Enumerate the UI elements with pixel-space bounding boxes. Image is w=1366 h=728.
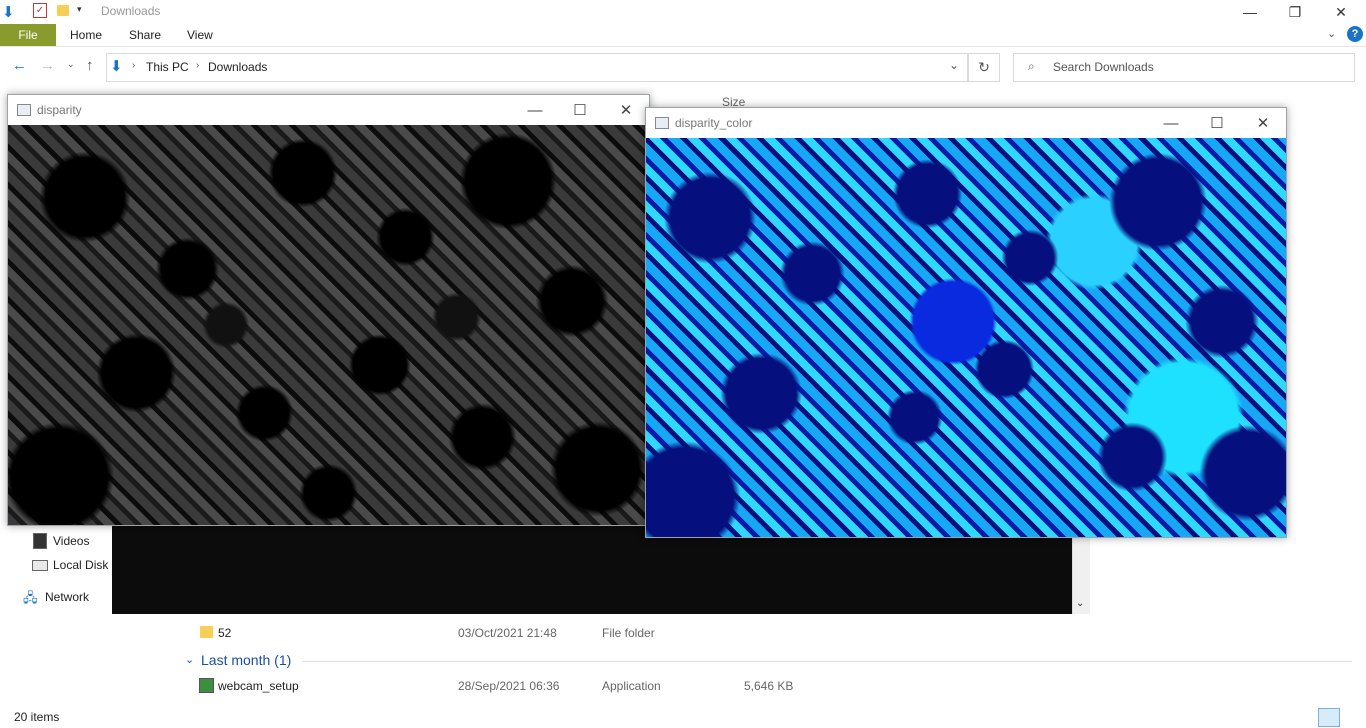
- breadcrumb-separator-icon[interactable]: ›: [132, 60, 135, 71]
- local-disk-icon: [32, 560, 48, 571]
- refresh-button[interactable]: ↻: [968, 53, 1000, 82]
- address-dropdown-chevron-icon[interactable]: ⌄: [949, 58, 959, 72]
- disparity-color-window-title: disparity_color: [675, 116, 753, 130]
- group-divider: [302, 661, 1352, 662]
- minimize-button[interactable]: —: [512, 95, 558, 125]
- collapse-group-chevron-icon[interactable]: ⌄: [185, 653, 194, 666]
- new-folder-icon[interactable]: [57, 5, 69, 16]
- recent-locations-chevron-icon[interactable]: ⌄: [67, 59, 75, 70]
- help-icon[interactable]: ?: [1347, 26, 1363, 42]
- tab-share[interactable]: Share: [129, 28, 161, 42]
- disparity-color-window[interactable]: disparity_color — ☐ ✕: [645, 107, 1287, 538]
- disparity-color-image: [646, 138, 1286, 537]
- expand-ribbon-chevron-icon[interactable]: ⌄: [1327, 27, 1336, 40]
- tab-view[interactable]: View: [187, 28, 213, 42]
- disparity-image: [8, 125, 649, 525]
- window-app-icon: [17, 104, 31, 116]
- minimize-button[interactable]: —: [1227, 0, 1273, 24]
- customize-toolbar-chevron-icon[interactable]: ▾: [77, 4, 82, 15]
- disparity-window[interactable]: disparity — ☐ ✕: [7, 94, 650, 526]
- explorer-title-bar: ⬇ ✓ ▾ Downloads — ❐ ✕: [0, 0, 1366, 24]
- application-icon: [199, 678, 214, 693]
- breadcrumb-separator-icon[interactable]: ›: [196, 60, 199, 71]
- file-size: 5,646 KB: [744, 679, 794, 693]
- file-name[interactable]: webcam_setup: [218, 679, 299, 693]
- properties-checkmark-icon[interactable]: ✓: [33, 3, 47, 18]
- large-icons-view-icon[interactable]: [1343, 708, 1361, 725]
- disparity-window-title: disparity: [37, 103, 82, 117]
- downloads-location-icon: ⬇: [110, 58, 123, 75]
- file-date: 28/Sep/2021 06:36: [458, 679, 560, 693]
- status-bar: 20 items: [0, 706, 1366, 728]
- window-app-icon: [655, 117, 669, 129]
- file-date: 03/Oct/2021 21:48: [458, 626, 557, 640]
- disparity-color-title-bar[interactable]: disparity_color — ☐ ✕: [646, 108, 1286, 138]
- breadcrumb-this-pc[interactable]: This PC: [146, 60, 189, 74]
- tab-home[interactable]: Home: [70, 28, 102, 42]
- close-button[interactable]: ✕: [603, 95, 649, 125]
- maximize-button[interactable]: ☐: [557, 95, 603, 125]
- file-name[interactable]: 52: [218, 626, 231, 640]
- maximize-button[interactable]: ☐: [1194, 108, 1240, 138]
- sidebar-item-local-disk[interactable]: Local Disk (: [53, 558, 116, 572]
- breadcrumb-downloads[interactable]: Downloads: [208, 60, 267, 74]
- tab-file[interactable]: File: [0, 24, 56, 46]
- disparity-title-bar[interactable]: disparity — ☐ ✕: [8, 95, 649, 125]
- window-title: Downloads: [101, 4, 161, 18]
- search-placeholder: Search Downloads: [1053, 60, 1154, 74]
- file-type: File folder: [602, 626, 655, 640]
- network-icon: 🖧: [23, 590, 38, 605]
- sidebar-item-network[interactable]: Network: [45, 590, 89, 604]
- search-input[interactable]: ⌕ Search Downloads: [1013, 53, 1355, 82]
- group-header-last-month[interactable]: Last month (1): [201, 652, 291, 668]
- address-bar[interactable]: ⬇ › This PC › Downloads ⌄: [106, 53, 968, 82]
- minimize-button[interactable]: —: [1148, 108, 1194, 138]
- search-icon: ⌕: [1028, 59, 1035, 73]
- refresh-icon: ↻: [978, 59, 990, 75]
- file-type: Application: [602, 679, 661, 693]
- scroll-down-icon[interactable]: ⌄: [1076, 598, 1084, 609]
- download-arrow-icon[interactable]: ⬇: [2, 3, 15, 21]
- up-arrow-icon[interactable]: ↑: [86, 57, 94, 74]
- restore-button[interactable]: ❐: [1272, 0, 1318, 24]
- back-arrow-icon[interactable]: ←: [12, 57, 27, 74]
- close-button[interactable]: ✕: [1240, 108, 1286, 138]
- details-view-icon[interactable]: [1318, 708, 1340, 727]
- videos-icon: [33, 533, 47, 549]
- item-count: 20 items: [14, 710, 60, 724]
- close-button[interactable]: ✕: [1318, 0, 1364, 24]
- forward-arrow-icon[interactable]: →: [40, 57, 55, 74]
- folder-icon: [200, 626, 213, 638]
- sidebar-item-videos[interactable]: Videos: [53, 534, 89, 548]
